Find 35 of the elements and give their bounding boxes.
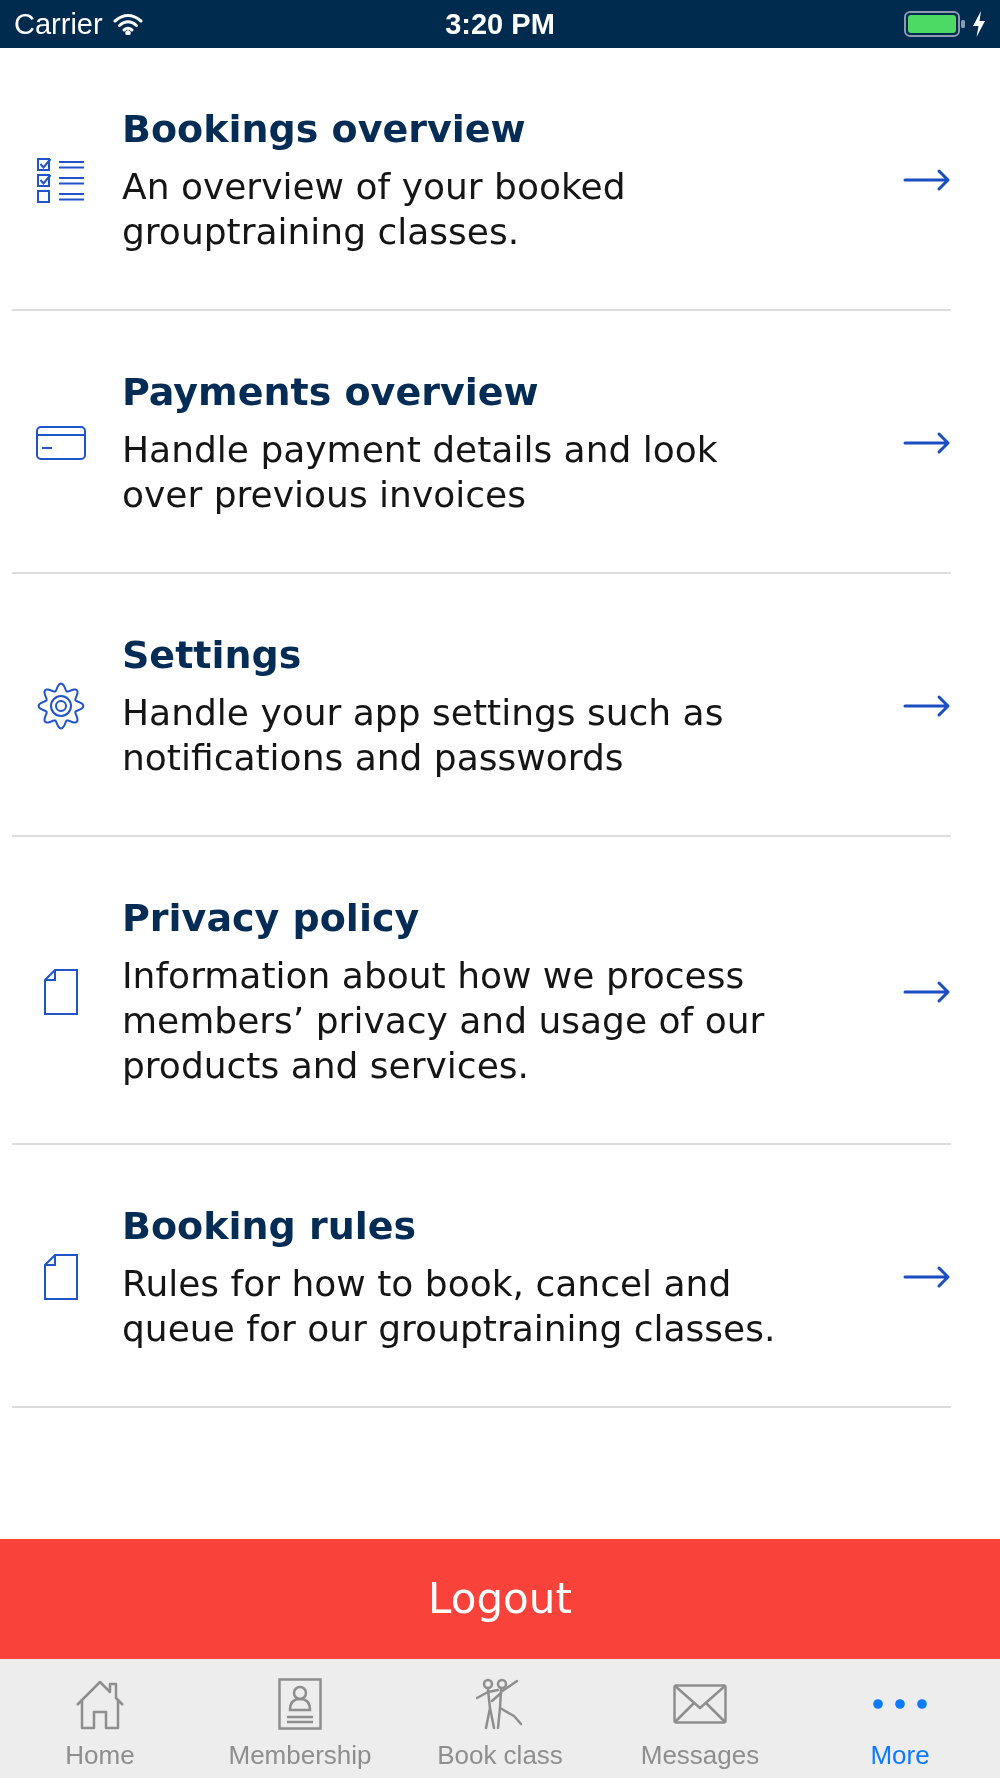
document-icon: [44, 968, 78, 1015]
envelope-icon: [673, 1684, 727, 1724]
battery-icon: [904, 11, 966, 37]
menu-description: Information about how we process members’ privacy and usage of our products and services.: [122, 954, 766, 1088]
wifi-icon: [112, 13, 143, 35]
arrow-right-icon: [903, 431, 951, 455]
menu-title: Privacy policy: [122, 895, 421, 941]
menu-title: Settings: [122, 632, 303, 678]
checklist-icon: [37, 156, 85, 204]
menu-description: Handle payment details and look over previous invoices: [122, 428, 719, 517]
clock-text: 3:20 PM: [445, 7, 555, 41]
arrow-right-icon: [903, 979, 951, 1004]
logout-button[interactable]: Logout: [0, 1539, 1000, 1659]
carrier-text: Carrier: [14, 7, 103, 41]
tab-button[interactable]: Messages: [600, 1659, 800, 1778]
home-icon: [74, 1678, 126, 1730]
menu-title: Booking rules: [122, 1203, 418, 1249]
credit-card-icon: [36, 426, 86, 460]
arrow-right-icon: [903, 168, 951, 192]
arrow-right-icon: [903, 1265, 951, 1289]
charging-bolt-icon: [972, 11, 986, 37]
settings-icon: [37, 682, 85, 730]
tab-button[interactable]: More: [800, 1659, 1000, 1778]
document-icon: [44, 1254, 78, 1300]
menu-title: Payments overview: [122, 369, 540, 415]
id-card-icon: [278, 1678, 322, 1730]
menu-title: Bookings overview: [122, 106, 527, 152]
menu-description: An overview of your booked grouptraining classes.: [122, 165, 627, 254]
tab-button[interactable]: Book class: [400, 1659, 600, 1778]
menu-description: Handle your app settings such as notifications and passwords: [122, 691, 725, 780]
more-icon: [873, 1699, 927, 1709]
menu-description: Rules for how to book, cancel and queue for our grouptraining classes.: [122, 1262, 777, 1351]
tab-button[interactable]: Membership: [200, 1659, 400, 1778]
tab-button[interactable]: Home: [0, 1659, 200, 1778]
arrow-right-icon: [903, 694, 951, 718]
